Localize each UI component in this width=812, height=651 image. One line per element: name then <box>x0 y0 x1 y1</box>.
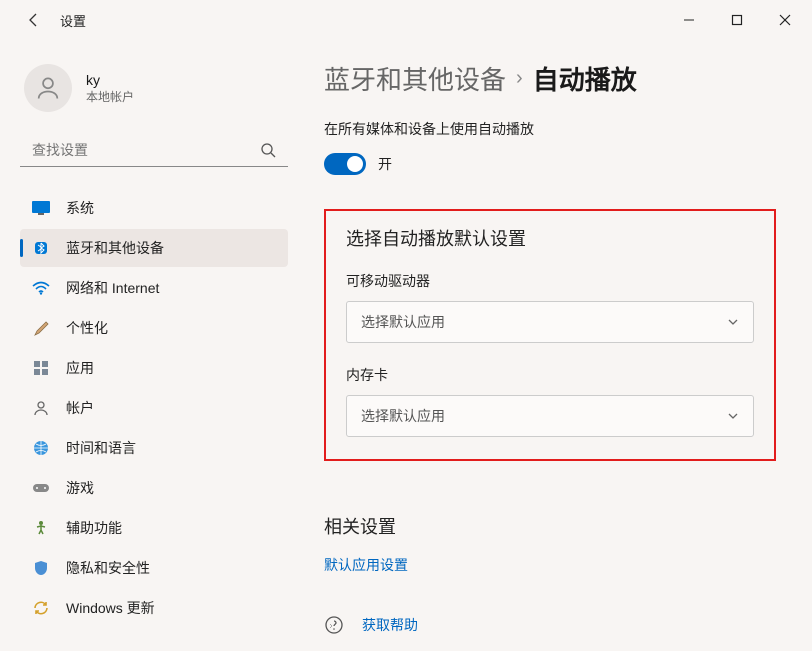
defaults-section: 选择自动播放默认设置 可移动驱动器 选择默认应用 内存卡 选择默认应用 <box>324 209 776 461</box>
app-title: 设置 <box>60 11 86 30</box>
search-icon <box>260 142 276 158</box>
shield-icon <box>32 559 50 577</box>
avatar <box>24 64 72 112</box>
search-input[interactable] <box>32 142 260 158</box>
chevron-down-icon <box>727 410 739 422</box>
chevron-right-icon: › <box>516 67 523 90</box>
back-button[interactable] <box>24 10 44 30</box>
nav-label: 个性化 <box>66 318 108 338</box>
brush-icon <box>32 319 50 337</box>
globe-clock-icon <box>32 439 50 457</box>
nav-label: 游戏 <box>66 478 94 498</box>
nav-bluetooth[interactable]: 蓝牙和其他设备 <box>20 229 288 267</box>
breadcrumb-parent[interactable]: 蓝牙和其他设备 <box>324 60 506 97</box>
sidebar: ky 本地帐户 系统 蓝牙和其他设备 网络和 Internet <box>0 40 300 651</box>
toggle-state-text: 开 <box>378 154 392 174</box>
dropdown-value: 选择默认应用 <box>361 406 445 426</box>
nav-label: 隐私和安全性 <box>66 558 150 578</box>
autoplay-toggle-label: 在所有媒体和设备上使用自动播放 <box>324 119 776 139</box>
window-controls <box>666 4 808 36</box>
gamepad-icon <box>32 479 50 497</box>
wifi-icon <box>32 279 50 297</box>
user-account-type: 本地帐户 <box>86 88 134 105</box>
related-settings-heading: 相关设置 <box>324 513 776 539</box>
nav-apps[interactable]: 应用 <box>20 349 288 387</box>
get-help-link[interactable]: 获取帮助 <box>362 615 418 635</box>
defaults-heading: 选择自动播放默认设置 <box>346 225 754 251</box>
nav-accounts[interactable]: 帐户 <box>20 389 288 427</box>
chevron-down-icon <box>727 316 739 328</box>
help-icon <box>324 615 344 635</box>
titlebar: 设置 <box>0 0 812 40</box>
nav-list: 系统 蓝牙和其他设备 网络和 Internet 个性化 应用 帐户 <box>20 189 288 627</box>
user-name: ky <box>86 72 134 88</box>
nav-label: Windows 更新 <box>66 598 155 618</box>
apps-icon <box>32 359 50 377</box>
close-button[interactable] <box>762 4 808 36</box>
nav-label: 网络和 Internet <box>66 278 159 298</box>
nav-time[interactable]: 时间和语言 <box>20 429 288 467</box>
nav-network[interactable]: 网络和 Internet <box>20 269 288 307</box>
nav-update[interactable]: Windows 更新 <box>20 589 288 627</box>
content-pane: 蓝牙和其他设备 › 自动播放 在所有媒体和设备上使用自动播放 开 选择自动播放默… <box>300 40 812 651</box>
nav-label: 时间和语言 <box>66 438 136 458</box>
nav-label: 帐户 <box>66 398 94 418</box>
bluetooth-icon <box>32 239 50 257</box>
nav-privacy[interactable]: 隐私和安全性 <box>20 549 288 587</box>
nav-system[interactable]: 系统 <box>20 189 288 227</box>
nav-label: 辅助功能 <box>66 518 122 538</box>
user-block[interactable]: ky 本地帐户 <box>20 58 288 130</box>
autoplay-toggle[interactable] <box>324 153 366 175</box>
dropdown-value: 选择默认应用 <box>361 312 445 332</box>
removable-drive-dropdown[interactable]: 选择默认应用 <box>346 301 754 343</box>
nav-label: 应用 <box>66 358 94 378</box>
maximize-button[interactable] <box>714 4 760 36</box>
display-icon <box>32 199 50 217</box>
nav-gaming[interactable]: 游戏 <box>20 469 288 507</box>
memory-card-label: 内存卡 <box>346 365 754 385</box>
memory-card-dropdown[interactable]: 选择默认应用 <box>346 395 754 437</box>
nav-personalization[interactable]: 个性化 <box>20 309 288 347</box>
nav-label: 系统 <box>66 198 94 218</box>
update-icon <box>32 599 50 617</box>
page-title: 自动播放 <box>533 60 637 97</box>
minimize-button[interactable] <box>666 4 712 36</box>
accessibility-icon <box>32 519 50 537</box>
search-box[interactable] <box>20 134 288 167</box>
nav-accessibility[interactable]: 辅助功能 <box>20 509 288 547</box>
default-apps-link[interactable]: 默认应用设置 <box>324 555 776 575</box>
breadcrumb: 蓝牙和其他设备 › 自动播放 <box>324 60 776 97</box>
person-icon <box>32 399 50 417</box>
nav-label: 蓝牙和其他设备 <box>66 238 164 258</box>
removable-drive-label: 可移动驱动器 <box>346 271 754 291</box>
